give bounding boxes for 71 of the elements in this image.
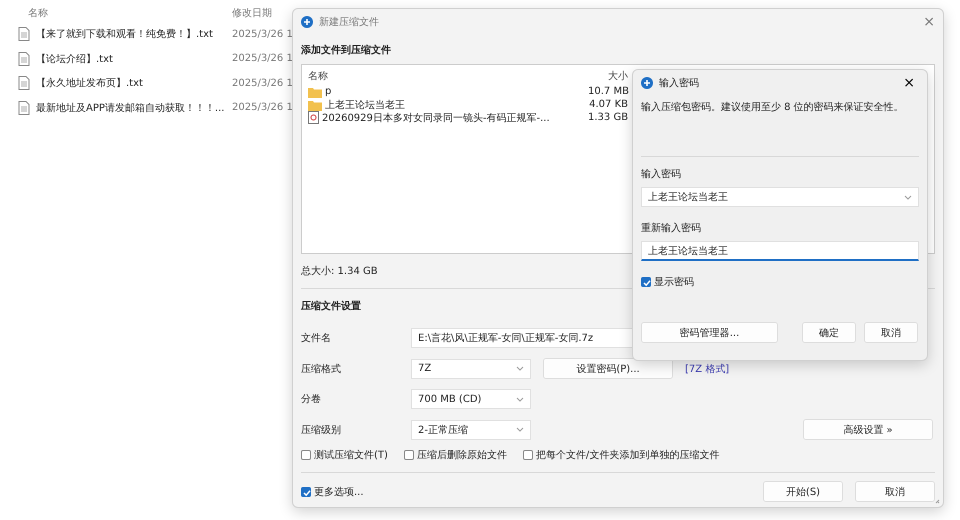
file-name[interactable]: 【来了就到下载和观看！纯免费！】.txt	[36, 27, 213, 42]
format-link[interactable]: [7Z 格式]	[685, 362, 730, 376]
checkbox-label[interactable]: 测试压缩文件(T)	[314, 448, 388, 462]
window-title: 输入密码	[659, 76, 700, 90]
section-heading: 压缩文件设置	[301, 300, 362, 313]
resize-grip-icon	[933, 497, 940, 504]
archive-file-icon	[308, 111, 319, 124]
file-date: 2025/3/26 1	[232, 53, 293, 64]
file-name[interactable]: 【永久地址发布页】.txt	[36, 76, 143, 90]
file-name[interactable]: 【论坛介绍】.txt	[36, 52, 113, 66]
close-button[interactable]: ×	[923, 14, 935, 30]
file-name[interactable]: 上老王论坛当老王	[325, 98, 405, 112]
document-icon	[18, 52, 30, 66]
cancel-button[interactable]: 取消	[855, 481, 935, 502]
section-heading: 添加文件到压缩文件	[301, 44, 392, 57]
volume-dropdown[interactable]: 700 MB (CD)	[411, 389, 531, 409]
checkbox-label[interactable]: 压缩后删除原始文件	[416, 448, 507, 462]
app-icon	[301, 16, 313, 28]
file-name[interactable]: p	[325, 86, 332, 97]
checkbox[interactable]	[522, 450, 533, 460]
document-icon	[18, 76, 30, 90]
folder-icon	[308, 98, 322, 110]
column-header[interactable]: 名称	[308, 69, 588, 83]
format-dropdown[interactable]: 7Z	[411, 358, 531, 378]
checkbox[interactable]	[404, 450, 414, 460]
password-field[interactable]: 上老王论坛当老王	[641, 241, 919, 261]
password-combo[interactable]: 上老王论坛当老王	[641, 187, 919, 207]
app-icon	[641, 77, 653, 89]
checkbox-label[interactable]: 更多选项...	[314, 484, 364, 498]
close-button[interactable]: ×	[899, 75, 919, 91]
checkbox-label[interactable]: 把每个文件/文件夹添加到单独的压缩文件	[536, 448, 720, 462]
field-label: 文件名	[301, 332, 332, 345]
field-label: 压缩格式	[301, 362, 342, 376]
field-label: 压缩级别	[301, 424, 342, 436]
field-label: 重新输入密码	[641, 222, 702, 235]
checkbox[interactable]	[301, 486, 311, 496]
file-size: 4.07 KB	[588, 99, 628, 110]
document-icon	[18, 100, 30, 115]
file-size: 10.7 MB	[588, 86, 628, 97]
password-manager-button[interactable]: 密码管理器...	[641, 322, 778, 343]
description-text: 输入压缩包密码。建议使用至少 8 位的密码来保证安全性。	[641, 100, 905, 115]
caret-icon	[516, 427, 524, 432]
check-icon	[642, 278, 652, 288]
set-password-button[interactable]: 设置密码(P)...	[543, 358, 673, 379]
ok-button[interactable]: 确定	[802, 322, 856, 343]
caret-icon	[516, 366, 524, 371]
file-name[interactable]: 最新地址及APP请发邮箱自动获取！！！...	[36, 100, 224, 115]
cancel-button[interactable]: 取消	[864, 322, 918, 343]
checkbox-label[interactable]: 显示密码	[654, 275, 694, 289]
document-icon	[18, 27, 30, 42]
checkbox[interactable]	[641, 277, 651, 287]
file-date: 2025/3/26 1	[232, 28, 293, 40]
file-date: 2025/3/26 1	[232, 102, 293, 114]
advanced-settings-button[interactable]: 高级设置 »	[803, 419, 933, 440]
field-label: 分卷	[301, 393, 322, 406]
level-dropdown[interactable]: 2-正常压缩	[411, 420, 531, 440]
column-header[interactable]: 大小	[588, 69, 628, 83]
file-date: 2025/3/26 1	[232, 78, 293, 89]
caret-icon	[516, 396, 524, 402]
folder-icon	[308, 86, 322, 98]
column-header[interactable]: 修改日期	[232, 6, 272, 20]
field-label: 输入密码	[641, 168, 682, 181]
checkbox[interactable]	[301, 450, 311, 460]
total-size: 总大小: 1.34 GB	[301, 264, 379, 278]
column-header[interactable]: 名称	[18, 6, 232, 20]
check-icon	[302, 488, 312, 498]
file-size: 1.33 GB	[588, 112, 628, 123]
file-name[interactable]: 20260929日本多对女同录同一镜头-有码正规军-...	[322, 110, 550, 124]
start-button[interactable]: 开始(S)	[763, 481, 843, 502]
window-title: 新建压缩文件	[319, 16, 380, 29]
caret-icon	[904, 194, 912, 200]
